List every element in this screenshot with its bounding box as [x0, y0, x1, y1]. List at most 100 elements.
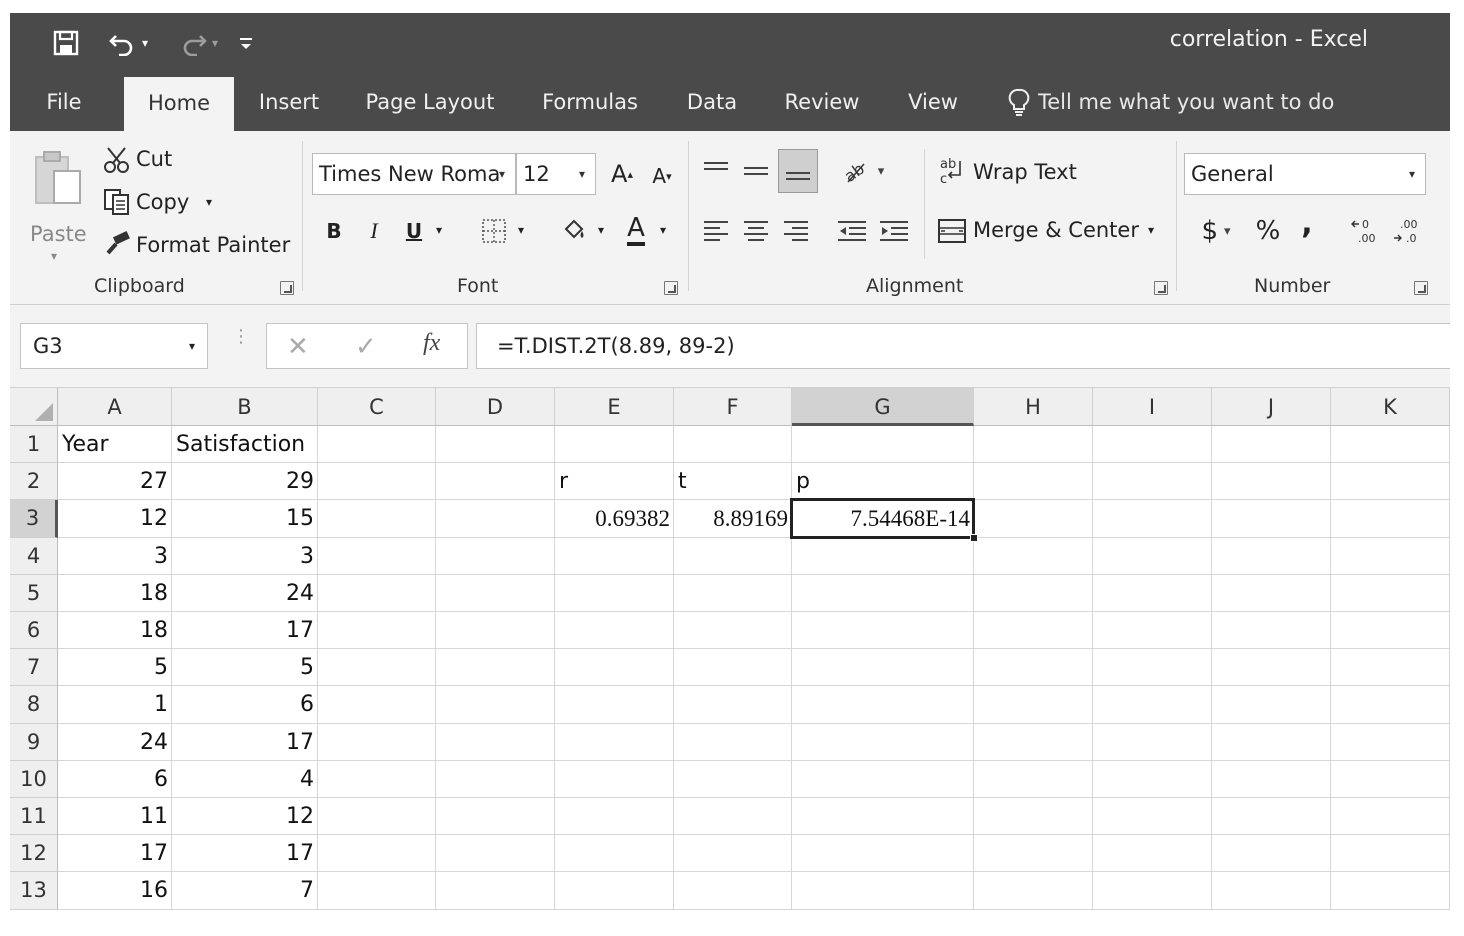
number-launcher-icon[interactable]: [1414, 281, 1428, 295]
bold-button[interactable]: B: [316, 211, 352, 251]
splitter-handle[interactable]: ⋮: [232, 328, 250, 346]
align-middle-icon[interactable]: [738, 151, 774, 191]
tab-insert[interactable]: Insert: [256, 73, 322, 131]
name-box[interactable]: G3 ▾: [20, 323, 208, 369]
align-right-icon[interactable]: [778, 209, 814, 251]
cell-b1[interactable]: Satisfaction: [172, 426, 318, 463]
column-header-b[interactable]: B: [172, 388, 318, 426]
align-top-icon[interactable]: [698, 151, 734, 191]
row-header-11[interactable]: 11: [10, 798, 58, 836]
tab-view[interactable]: View: [902, 73, 964, 131]
underline-button[interactable]: U: [396, 211, 432, 251]
decrease-indent-icon[interactable]: [834, 209, 870, 251]
decrease-font-size-icon[interactable]: A ▾: [646, 159, 678, 193]
cell-b5[interactable]: 24: [172, 575, 318, 612]
align-bottom-icon[interactable]: [778, 149, 818, 193]
increase-indent-icon[interactable]: [876, 209, 912, 251]
enter-icon[interactable]: ✓: [355, 332, 377, 362]
cell-b3[interactable]: 15: [172, 500, 318, 537]
cell-b7[interactable]: 5: [172, 649, 318, 686]
paste-dropdown-icon[interactable]: ▾: [51, 249, 57, 263]
tab-review[interactable]: Review: [780, 73, 864, 131]
row-header-13[interactable]: 13: [10, 872, 58, 910]
cell-a3[interactable]: 12: [58, 500, 172, 537]
column-header-j[interactable]: J: [1212, 388, 1331, 426]
cell-a4[interactable]: 3: [58, 538, 172, 575]
currency-button[interactable]: $ ▾: [1190, 211, 1242, 251]
row-header-4[interactable]: 4: [10, 537, 58, 575]
cancel-icon[interactable]: ✕: [287, 332, 309, 362]
save-icon[interactable]: [48, 25, 84, 61]
cell-b12[interactable]: 17: [172, 835, 318, 872]
cell-b8[interactable]: 6: [172, 686, 318, 723]
cell-g2[interactable]: p: [792, 463, 974, 500]
comma-style-button[interactable]: ,: [1292, 203, 1322, 243]
font-color-dropdown-icon[interactable]: ▾: [660, 223, 666, 237]
undo-icon[interactable]: ▾: [100, 25, 156, 61]
cell-a7[interactable]: 5: [58, 649, 172, 686]
cell-a6[interactable]: 18: [58, 612, 172, 649]
tab-formulas[interactable]: Formulas: [538, 73, 642, 131]
fill-color-icon[interactable]: [556, 211, 592, 251]
cell-a2[interactable]: 27: [58, 463, 172, 500]
copy-dropdown-icon[interactable]: ▾: [206, 195, 212, 209]
row-header-7[interactable]: 7: [10, 649, 58, 687]
cell-a13[interactable]: 16: [58, 872, 172, 909]
tab-data[interactable]: Data: [684, 73, 740, 131]
column-header-a[interactable]: A: [58, 388, 172, 426]
row-header-10[interactable]: 10: [10, 760, 58, 798]
column-header-d[interactable]: D: [436, 388, 555, 426]
row-header-1[interactable]: 1: [10, 426, 58, 464]
row-header-2[interactable]: 2: [10, 463, 58, 501]
borders-icon[interactable]: [476, 211, 512, 251]
cell-b13[interactable]: 7: [172, 872, 318, 909]
cell-b9[interactable]: 17: [172, 724, 318, 761]
row-header-12[interactable]: 12: [10, 835, 58, 873]
percent-button[interactable]: %: [1250, 211, 1286, 251]
column-header-g[interactable]: G: [792, 388, 974, 426]
select-all-button[interactable]: [10, 388, 58, 426]
tell-me-search[interactable]: Tell me what you want to do: [1008, 73, 1334, 131]
tab-home[interactable]: Home: [124, 77, 234, 131]
fill-handle[interactable]: [970, 533, 978, 542]
row-header-6[interactable]: 6: [10, 612, 58, 650]
cell-f3[interactable]: 8.89169: [674, 500, 792, 537]
insert-function-icon[interactable]: fx: [423, 330, 440, 357]
cell-a10[interactable]: 6: [58, 761, 172, 798]
cut-button[interactable]: Cut: [136, 147, 172, 171]
italic-button[interactable]: I: [356, 211, 392, 251]
column-header-f[interactable]: F: [674, 388, 792, 426]
cell-e2[interactable]: r: [555, 463, 674, 500]
font-name-select[interactable]: Times New Roma ▾: [312, 153, 516, 195]
cell-b10[interactable]: 4: [172, 761, 318, 798]
cell-f2[interactable]: t: [674, 463, 792, 500]
font-color-icon[interactable]: A: [618, 209, 654, 251]
align-left-icon[interactable]: [698, 209, 734, 251]
underline-dropdown-icon[interactable]: ▾: [436, 223, 442, 237]
column-header-h[interactable]: H: [974, 388, 1093, 426]
column-header-i[interactable]: I: [1093, 388, 1212, 426]
borders-dropdown-icon[interactable]: ▾: [518, 223, 524, 237]
formula-input[interactable]: =T.DIST.2T(8.89, 89-2): [476, 323, 1450, 369]
cell-b2[interactable]: 29: [172, 463, 318, 500]
increase-decimal-icon[interactable]: 0.00: [1346, 211, 1386, 251]
cell-a12[interactable]: 17: [58, 835, 172, 872]
font-launcher-icon[interactable]: [664, 281, 678, 295]
tab-page-layout[interactable]: Page Layout: [362, 73, 498, 131]
cell-a9[interactable]: 24: [58, 724, 172, 761]
column-header-k[interactable]: K: [1331, 388, 1450, 426]
cell-b11[interactable]: 12: [172, 798, 318, 835]
merge-dropdown-icon[interactable]: ▾: [1148, 223, 1154, 237]
alignment-launcher-icon[interactable]: [1154, 281, 1168, 295]
tab-file[interactable]: File: [36, 73, 92, 131]
cell-a8[interactable]: 1: [58, 686, 172, 723]
orientation-icon[interactable]: ab ▾: [838, 151, 888, 191]
row-header-3[interactable]: 3: [10, 500, 58, 538]
cell-e3[interactable]: 0.69382: [555, 500, 674, 537]
merge-center-button[interactable]: Merge & Center: [973, 218, 1139, 242]
cell-b6[interactable]: 17: [172, 612, 318, 649]
row-header-5[interactable]: 5: [10, 574, 58, 612]
cell-a5[interactable]: 18: [58, 575, 172, 612]
format-painter-button[interactable]: Format Painter: [136, 233, 290, 257]
cell-a11[interactable]: 11: [58, 798, 172, 835]
